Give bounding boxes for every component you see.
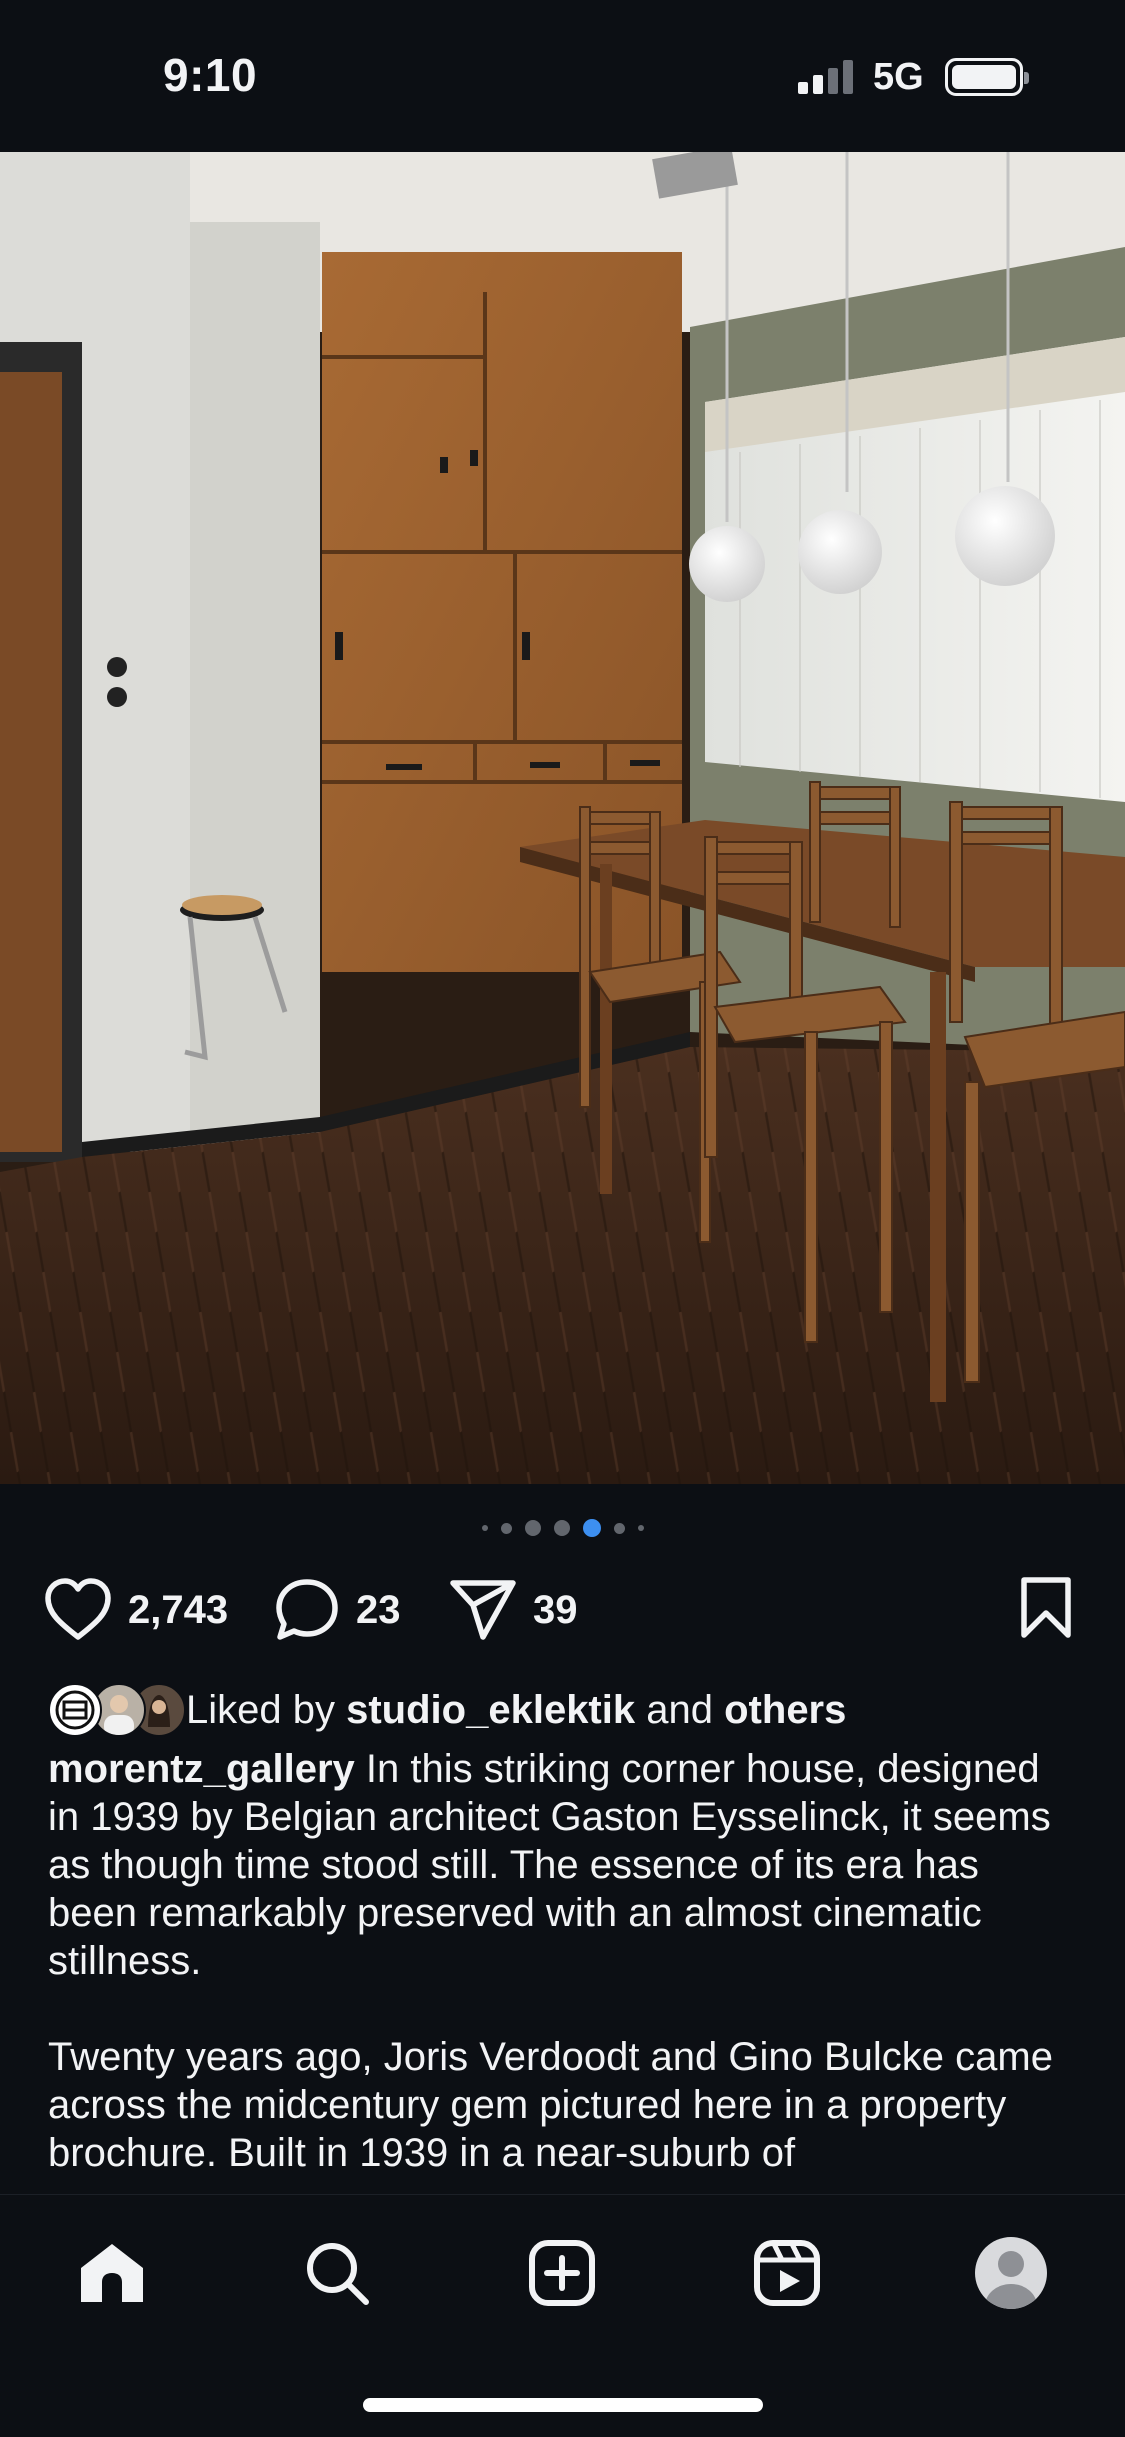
signal-icon <box>798 60 856 94</box>
carousel-dot <box>553 1520 570 1536</box>
post-caption: morentz_gallery In this striking corner … <box>48 1745 1078 2177</box>
network-label: 5G <box>873 56 924 98</box>
comment-icon[interactable] <box>272 1575 342 1645</box>
liked-by-text[interactable]: Liked by studio_eklektik and others <box>186 1688 846 1733</box>
carousel-dot <box>500 1522 512 1534</box>
search-icon[interactable] <box>302 2238 372 2308</box>
comment-action[interactable]: 23 <box>272 1575 401 1645</box>
like-count[interactable]: 2,743 <box>128 1588 228 1633</box>
create-icon[interactable] <box>527 2238 597 2308</box>
carousel-indicator <box>0 1518 1125 1538</box>
carousel-dot <box>481 1525 488 1531</box>
liked-by-row[interactable]: Liked by studio_eklektik and others <box>48 1683 846 1737</box>
share-count[interactable]: 39 <box>533 1588 578 1633</box>
liked-by-others[interactable]: others <box>724 1688 846 1732</box>
liked-by-conjunction: and <box>646 1687 713 1732</box>
send-icon[interactable] <box>447 1575 519 1645</box>
profile-icon[interactable] <box>974 2236 1048 2310</box>
bookmark-icon[interactable] <box>1016 1575 1076 1641</box>
nav-home[interactable] <box>72 2233 152 2313</box>
heart-icon[interactable] <box>42 1575 114 1645</box>
nav-reels[interactable] <box>747 2233 827 2313</box>
liker-avatars[interactable] <box>48 1683 188 1737</box>
caption-paragraph-2: Twenty years ago, Joris Verdoodt and Gin… <box>48 2035 1053 2175</box>
like-action[interactable]: 2,743 <box>42 1575 228 1645</box>
reels-icon[interactable] <box>752 2238 822 2308</box>
carousel-dot <box>613 1522 625 1534</box>
caption-username[interactable]: morentz_gallery <box>48 1747 355 1791</box>
post-image[interactable] <box>0 152 1125 1484</box>
share-action[interactable]: 39 <box>447 1575 578 1645</box>
status-time: 9:10 <box>163 49 258 101</box>
nav-create[interactable] <box>522 2233 602 2313</box>
liked-by-prefix: Liked by <box>186 1687 335 1732</box>
carousel-dot-active <box>582 1519 601 1537</box>
nav-profile[interactable] <box>971 2233 1051 2313</box>
nav-search[interactable] <box>297 2233 377 2313</box>
avatar <box>48 1683 102 1737</box>
status-bar: 9:10 5G <box>0 0 1125 152</box>
carousel-dot <box>637 1525 644 1531</box>
save-action[interactable] <box>1016 1575 1076 1641</box>
home-icon[interactable] <box>77 2240 147 2306</box>
comment-count[interactable]: 23 <box>356 1588 401 1633</box>
carousel-dot <box>524 1520 541 1536</box>
liked-by-user[interactable]: studio_eklektik <box>346 1688 635 1732</box>
battery-icon <box>945 58 1029 96</box>
post-actions: 2,743 23 39 <box>0 1575 1125 1645</box>
home-indicator[interactable] <box>363 2398 763 2412</box>
